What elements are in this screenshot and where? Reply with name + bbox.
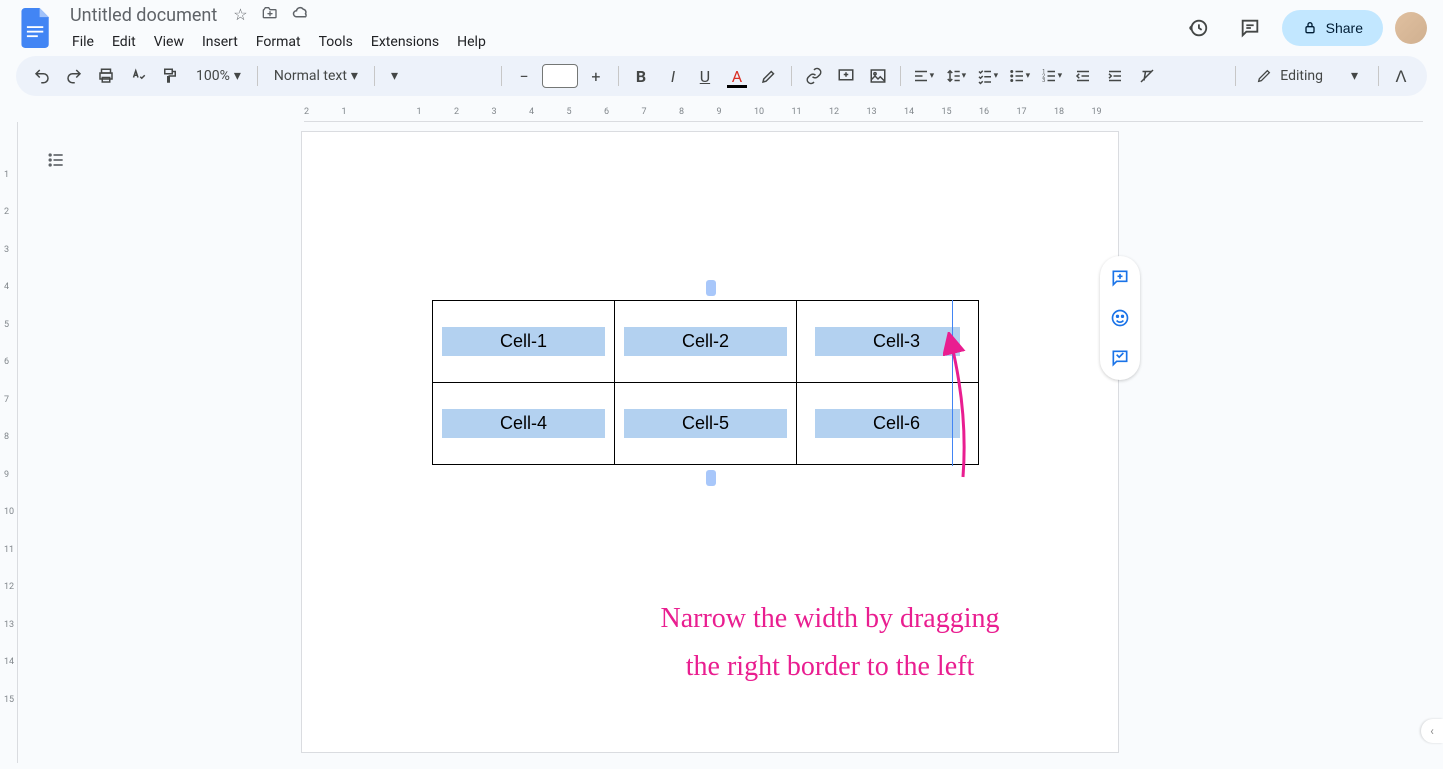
underline-button[interactable]: U bbox=[691, 62, 719, 90]
document-table[interactable]: Cell-1 Cell-2 Cell-3 Cell-4 Cell-5 Cell-… bbox=[432, 300, 979, 465]
docs-logo[interactable] bbox=[16, 8, 56, 48]
link-button[interactable] bbox=[800, 62, 828, 90]
side-panel-toggle[interactable]: ‹ bbox=[1421, 719, 1443, 743]
document-title[interactable]: Untitled document bbox=[64, 3, 223, 28]
font-select[interactable]: ▾ bbox=[383, 64, 493, 88]
chevron-down-icon: ▾ bbox=[234, 68, 241, 84]
header-right: Share bbox=[1178, 8, 1427, 48]
header: Untitled document ☆ File Edit View Inser… bbox=[0, 0, 1443, 48]
separator bbox=[1378, 66, 1379, 86]
horizontal-ruler[interactable]: 2112345678910111213141516171819 bbox=[304, 104, 1423, 122]
outline-toggle-button[interactable] bbox=[42, 146, 70, 174]
italic-button[interactable]: I bbox=[659, 62, 687, 90]
image-button[interactable] bbox=[864, 62, 892, 90]
menu-format[interactable]: Format bbox=[248, 30, 309, 54]
menu-view[interactable]: View bbox=[146, 30, 192, 54]
add-comment-button[interactable] bbox=[832, 62, 860, 90]
bullet-list-button[interactable]: ▾ bbox=[1005, 62, 1033, 90]
table-row[interactable]: Cell-4 Cell-5 Cell-6 bbox=[433, 383, 979, 465]
font-size-decrease[interactable]: − bbox=[510, 62, 538, 90]
share-button[interactable]: Share bbox=[1282, 10, 1383, 46]
separator bbox=[374, 66, 375, 86]
menu-edit[interactable]: Edit bbox=[104, 30, 144, 54]
add-comment-pill[interactable] bbox=[1106, 264, 1134, 292]
share-label: Share bbox=[1326, 20, 1363, 36]
paint-format-button[interactable] bbox=[156, 62, 184, 90]
toolbar: 100% ▾ Normal text ▾ ▾ − + B I U A ▾ ▾ ▾… bbox=[16, 56, 1427, 96]
chevron-down-icon: ▾ bbox=[391, 68, 398, 84]
cloud-icon[interactable] bbox=[292, 5, 310, 25]
table-drag-handle-bottom[interactable] bbox=[706, 470, 716, 486]
separator bbox=[1235, 66, 1236, 86]
number-list-button[interactable]: 123 ▾ bbox=[1037, 62, 1065, 90]
star-icon[interactable]: ☆ bbox=[233, 5, 247, 25]
undo-button[interactable] bbox=[28, 62, 56, 90]
collapse-toolbar-button[interactable]: ᐱ bbox=[1387, 62, 1415, 90]
bold-button[interactable]: B bbox=[627, 62, 655, 90]
style-select[interactable]: Normal text ▾ bbox=[266, 64, 366, 88]
separator bbox=[257, 66, 258, 86]
move-icon[interactable] bbox=[262, 5, 278, 25]
title-area: Untitled document ☆ File Edit View Inser… bbox=[64, 3, 1170, 54]
menu-help[interactable]: Help bbox=[449, 30, 494, 54]
align-button[interactable]: ▾ bbox=[909, 62, 937, 90]
menu-insert[interactable]: Insert bbox=[194, 30, 246, 54]
clear-format-button[interactable] bbox=[1133, 62, 1161, 90]
suggest-pill[interactable] bbox=[1106, 344, 1134, 372]
comment-side-pill bbox=[1100, 256, 1140, 380]
vertical-ruler[interactable]: 123456789101112131415 bbox=[0, 122, 18, 763]
table-drag-handle-top[interactable] bbox=[706, 280, 716, 296]
spellcheck-button[interactable] bbox=[124, 62, 152, 90]
menu-file[interactable]: File bbox=[64, 30, 102, 54]
indent-decrease-button[interactable] bbox=[1069, 62, 1097, 90]
comment-icon[interactable] bbox=[1230, 8, 1270, 48]
indent-increase-button[interactable] bbox=[1101, 62, 1129, 90]
table-cell[interactable]: Cell-1 bbox=[433, 301, 615, 383]
history-icon[interactable] bbox=[1178, 8, 1218, 48]
title-row: Untitled document ☆ bbox=[64, 3, 1170, 28]
header-top: Untitled document ☆ File Edit View Inser… bbox=[16, 8, 1427, 48]
table-row[interactable]: Cell-1 Cell-2 Cell-3 bbox=[433, 301, 979, 383]
menu-bar: File Edit View Insert Format Tools Exten… bbox=[64, 30, 1170, 54]
text-color-button[interactable]: A bbox=[723, 62, 751, 90]
menu-tools[interactable]: Tools bbox=[311, 30, 361, 54]
line-spacing-button[interactable]: ▾ bbox=[941, 62, 969, 90]
chevron-down-icon: ▾ bbox=[351, 68, 358, 84]
separator bbox=[900, 66, 901, 86]
table-cell[interactable]: Cell-2 bbox=[615, 301, 797, 383]
print-button[interactable] bbox=[92, 62, 120, 90]
font-size-input[interactable] bbox=[542, 64, 578, 88]
zoom-select[interactable]: 100% ▾ bbox=[188, 64, 249, 88]
table-cell[interactable]: Cell-5 bbox=[615, 383, 797, 465]
redo-button[interactable] bbox=[60, 62, 88, 90]
separator bbox=[791, 66, 792, 86]
font-size-increase[interactable]: + bbox=[582, 62, 610, 90]
avatar[interactable] bbox=[1395, 12, 1427, 44]
separator bbox=[501, 66, 502, 86]
chevron-down-icon: ▾ bbox=[1351, 68, 1358, 84]
menu-extensions[interactable]: Extensions bbox=[363, 30, 447, 54]
editing-mode-button[interactable]: Editing ▾ bbox=[1244, 64, 1370, 88]
title-icons: ☆ bbox=[233, 5, 309, 25]
svg-text:3: 3 bbox=[1042, 78, 1045, 84]
highlight-button[interactable] bbox=[755, 62, 783, 90]
table-cell[interactable]: Cell-4 bbox=[433, 383, 615, 465]
column-resize-guide[interactable] bbox=[952, 300, 953, 466]
checklist-button[interactable]: ▾ bbox=[973, 62, 1001, 90]
separator bbox=[618, 66, 619, 86]
annotation-text: Narrow the width by dragging the right b… bbox=[610, 595, 1050, 690]
emoji-pill[interactable] bbox=[1106, 304, 1134, 332]
